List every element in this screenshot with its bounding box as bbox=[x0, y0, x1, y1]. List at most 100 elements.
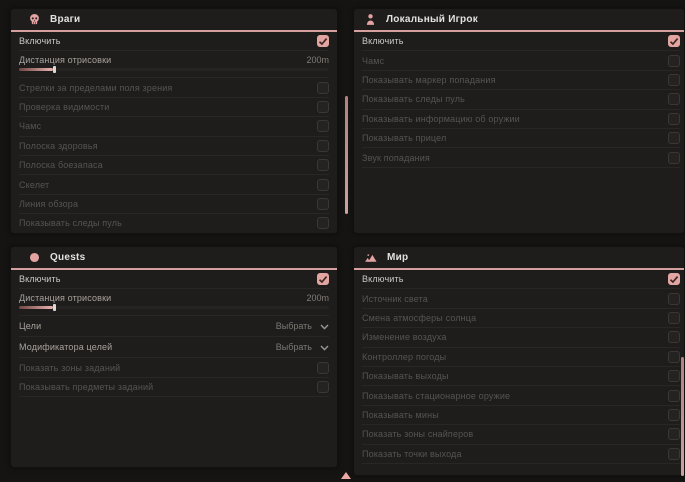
row-label: Чамс bbox=[362, 56, 384, 66]
checkbox[interactable] bbox=[317, 82, 329, 94]
row-checkbox: Показывать следы пуль bbox=[19, 214, 329, 233]
row-label: Изменение воздуха bbox=[362, 332, 447, 342]
panel-enemies: Враги Включить Дистанция отрисовки200m Стр… bbox=[10, 8, 338, 234]
slider-row-header: Дистанция отрисовки200m bbox=[19, 55, 329, 65]
checkbox[interactable] bbox=[668, 370, 680, 382]
checkbox[interactable] bbox=[668, 351, 680, 363]
row-checkbox: Линия обзора bbox=[19, 195, 329, 214]
enemies-scrollbar-thumb[interactable] bbox=[345, 96, 348, 214]
world-scrollbar-thumb[interactable] bbox=[681, 357, 684, 476]
row-checkbox: Показывать выходы bbox=[362, 367, 680, 386]
checkbox[interactable] bbox=[668, 93, 680, 105]
row-checkbox: Включить bbox=[19, 32, 329, 51]
cursor-icon bbox=[341, 472, 351, 479]
row-label: Включить bbox=[19, 36, 61, 46]
mountain-icon bbox=[364, 251, 378, 264]
row-label: Включить bbox=[362, 36, 404, 46]
checkbox[interactable] bbox=[668, 35, 680, 47]
slider-value: 200m bbox=[306, 293, 329, 303]
checkbox[interactable] bbox=[668, 409, 680, 421]
panel-world-header: Мир bbox=[354, 247, 684, 270]
row-label: Цели bbox=[19, 321, 41, 331]
row-checkbox: Скелет bbox=[19, 175, 329, 194]
row-checkbox: Смена атмосферы солнца bbox=[362, 309, 680, 328]
checkbox[interactable] bbox=[668, 74, 680, 86]
checkbox[interactable] bbox=[317, 159, 329, 171]
row-label: Показывать следы пуль bbox=[362, 94, 465, 104]
panel-title: Мир bbox=[387, 252, 408, 263]
row-checkbox: Показать зоны снайперов bbox=[362, 425, 680, 444]
row-checkbox: Показывать информацию об оружии bbox=[362, 110, 680, 129]
slider-thumb[interactable] bbox=[53, 304, 56, 311]
row-label: Включить bbox=[362, 274, 404, 284]
checkbox[interactable] bbox=[317, 273, 329, 285]
checkbox[interactable] bbox=[668, 293, 680, 305]
panel-world-rows: Включить Источник света Смена атмосферы со… bbox=[354, 270, 684, 464]
dropdown-value: Выбрать bbox=[276, 342, 312, 352]
checkbox[interactable] bbox=[668, 113, 680, 125]
checkbox[interactable] bbox=[317, 217, 329, 229]
row-label: Стрелки за пределами поля зрения bbox=[19, 83, 172, 93]
chevron-down-icon bbox=[320, 317, 329, 335]
panel-enemies-rows: Включить Дистанция отрисовки200m Стрелки з… bbox=[11, 32, 337, 234]
row-checkbox: Включить bbox=[362, 32, 680, 51]
checkbox[interactable] bbox=[668, 390, 680, 402]
row-label: Звук попадания bbox=[362, 153, 430, 163]
panel-quests-rows: ВключитьДистанция отрисовки200mЦелиВыбра… bbox=[11, 270, 337, 397]
row-checkbox: Показывать следы пуль bbox=[362, 90, 680, 109]
checkbox[interactable] bbox=[668, 55, 680, 67]
row-checkbox: Чамс bbox=[362, 51, 680, 70]
row-label: Дистанция отрисовки bbox=[19, 55, 111, 65]
checkbox[interactable] bbox=[317, 140, 329, 152]
row-label: Показывать стационарное оружие bbox=[362, 391, 510, 401]
checkbox[interactable] bbox=[668, 132, 680, 144]
row-checkbox: Проверка видимости bbox=[19, 98, 329, 117]
row-label: Источник света bbox=[362, 294, 428, 304]
dropdown[interactable]: Выбрать bbox=[276, 338, 329, 356]
checkbox[interactable] bbox=[317, 101, 329, 113]
checkbox[interactable] bbox=[668, 331, 680, 343]
row-label: Проверка видимости bbox=[19, 102, 109, 112]
checkbox[interactable] bbox=[668, 152, 680, 164]
row-label: Чамс bbox=[19, 121, 41, 131]
row-checkbox: Показывать маркер попадания bbox=[362, 71, 680, 90]
row-checkbox: Источник света bbox=[362, 289, 680, 308]
checkbox[interactable] bbox=[668, 312, 680, 324]
panel-title: Локальный Игрок bbox=[386, 14, 478, 25]
checkbox[interactable] bbox=[317, 179, 329, 191]
row-checkbox: Звук попадания bbox=[362, 148, 680, 167]
panel-enemies-header: Враги bbox=[11, 9, 337, 32]
row-label: Контроллер погоды bbox=[362, 352, 446, 362]
row-label: Показывать следы пуль bbox=[19, 218, 122, 228]
mod-menu-screen: Враги ВключитьДистанция отрисовки200mСтр… bbox=[0, 0, 685, 482]
panel-world: Мир Включить Источник света Смена атмосфер… bbox=[353, 246, 685, 476]
row-label: Полоска боезапаса bbox=[19, 160, 103, 170]
slider-track[interactable] bbox=[19, 68, 329, 71]
panel-title: Quests bbox=[50, 252, 85, 263]
checkbox[interactable] bbox=[317, 198, 329, 210]
row-checkbox: Показать точки выхода bbox=[362, 445, 680, 464]
row-label: Показать зоны заданий bbox=[19, 363, 120, 373]
checkbox[interactable] bbox=[317, 35, 329, 47]
slider-thumb[interactable] bbox=[53, 66, 56, 73]
slider-track[interactable] bbox=[19, 306, 329, 309]
row-label: Показывать информацию об оружии bbox=[362, 114, 520, 124]
checkbox[interactable] bbox=[317, 362, 329, 374]
slider-fill bbox=[19, 306, 53, 309]
checkbox[interactable] bbox=[668, 273, 680, 285]
checkbox[interactable] bbox=[668, 428, 680, 440]
dropdown[interactable]: Выбрать bbox=[276, 317, 329, 335]
slider-fill bbox=[19, 68, 53, 71]
checkbox[interactable] bbox=[317, 381, 329, 393]
panel-quests-header: Quests bbox=[11, 247, 337, 270]
row-label: Показывать выходы bbox=[362, 371, 449, 381]
row-label: Линия обзора bbox=[19, 199, 78, 209]
checkbox[interactable] bbox=[317, 120, 329, 132]
panel-local-player-rows: Включить Чамс Показывать маркер попадания П… bbox=[354, 32, 684, 168]
row-select: Цели Выбрать bbox=[19, 316, 329, 337]
checkbox[interactable] bbox=[668, 448, 680, 460]
row-label: Показывать мины bbox=[362, 410, 439, 420]
chevron-down-icon bbox=[320, 338, 329, 356]
row-select: Модификатора целейВыбрать bbox=[19, 337, 329, 358]
row-label: Смена атмосферы солнца bbox=[362, 313, 476, 323]
